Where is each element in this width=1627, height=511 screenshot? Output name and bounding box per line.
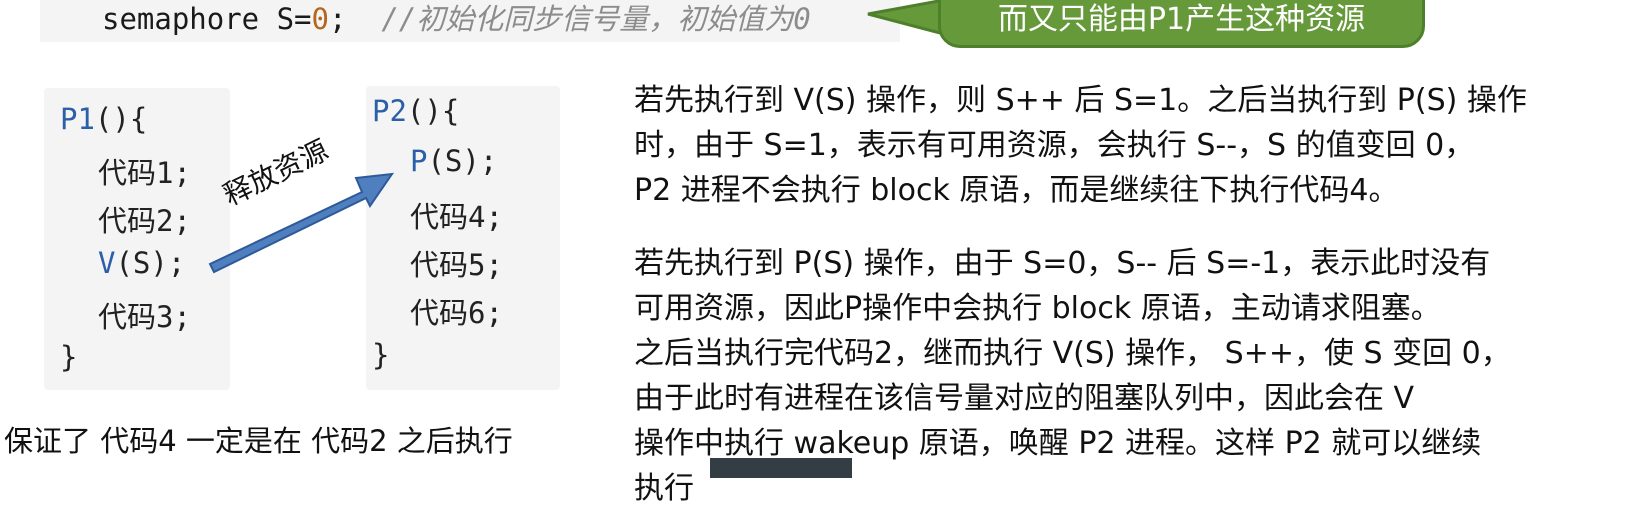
semaphore-decl-suffix: ; bbox=[328, 2, 347, 36]
p2-line-code4: 代码4; bbox=[410, 200, 503, 234]
p1-v-op: V bbox=[98, 246, 116, 280]
semaphore-declaration-strip: semaphore S=0; //初始化同步信号量，初始值为0 bbox=[40, 0, 900, 42]
p2-header: P2(){ bbox=[372, 94, 459, 128]
callout-text: 而又只能由P1产生这种资源 bbox=[997, 2, 1366, 37]
paragraph2-line: 可用资源，因此P操作中会执行 block 原语，主动请求阻塞。 bbox=[634, 291, 1441, 326]
callout-bubble: 而又只能由P1产生这种资源 bbox=[938, 0, 1425, 48]
overlay-bar bbox=[710, 458, 852, 478]
p2-header-rest: (){ bbox=[406, 94, 460, 128]
paragraph2-line: 之后当执行完代码2，继而执行 V(S) 操作， S++，使 S 变回 0， bbox=[634, 336, 1511, 371]
p1-line-code3: 代码3; bbox=[98, 300, 191, 334]
callout-pointer bbox=[867, 0, 946, 36]
p1-header: P1(){ bbox=[60, 102, 147, 136]
semaphore-decl-comment: //初始化同步信号量，初始值为0 bbox=[381, 2, 811, 36]
p1-header-rest: (){ bbox=[94, 102, 148, 136]
p2-line-code5: 代码5; bbox=[410, 248, 503, 282]
p1-v-rest: (S); bbox=[115, 246, 186, 280]
paragraph2-line: 由于此时有进程在该信号量对应的阻塞队列中，因此会在 V bbox=[634, 381, 1415, 416]
paragraph1-line: P2 进程不会执行 block 原语，而是继续往下执行代码4。 bbox=[634, 173, 1399, 208]
paragraph1-line: 若先执行到 V(S) 操作，则 S++ 后 S=1。之后当执行到 P(S) 操作 bbox=[634, 83, 1527, 118]
p1-line-code2: 代码2; bbox=[98, 204, 191, 238]
p1-line-v-operation: V(S); bbox=[98, 246, 185, 280]
p2-process-name: P2 bbox=[372, 94, 407, 128]
p1-line-code1: 代码1; bbox=[98, 156, 191, 190]
guarantee-note: 保证了 代码4 一定是在 代码2 之后执行 bbox=[4, 424, 513, 458]
p2-close-brace: } bbox=[372, 338, 390, 372]
paragraph1-line: 时，由于 S=1，表示有可用资源，会执行 S--，S 的值变回 0， bbox=[634, 128, 1475, 163]
semaphore-initial-value: 0 bbox=[311, 2, 329, 36]
semaphore-decl-prefix: semaphore S= bbox=[102, 2, 312, 36]
p2-p-op: P bbox=[410, 144, 428, 178]
p1-process-name: P1 bbox=[60, 102, 95, 136]
p2-line-p-operation: P(S); bbox=[410, 144, 497, 178]
paragraph2-line: 若先执行到 P(S) 操作，由于 S=0，S-- 后 S=-1，表示此时没有 bbox=[634, 246, 1491, 281]
p2-line-code6: 代码6; bbox=[410, 296, 503, 330]
p2-p-rest: (S); bbox=[427, 144, 498, 178]
semaphore-declaration: semaphore S=0; //初始化同步信号量，初始值为0 bbox=[102, 0, 811, 38]
explanation-paragraph-1: 若先执行到 V(S) 操作，则 S++ 后 S=1。之后当执行到 P(S) 操作… bbox=[634, 78, 1624, 213]
p1-close-brace: } bbox=[60, 340, 78, 374]
